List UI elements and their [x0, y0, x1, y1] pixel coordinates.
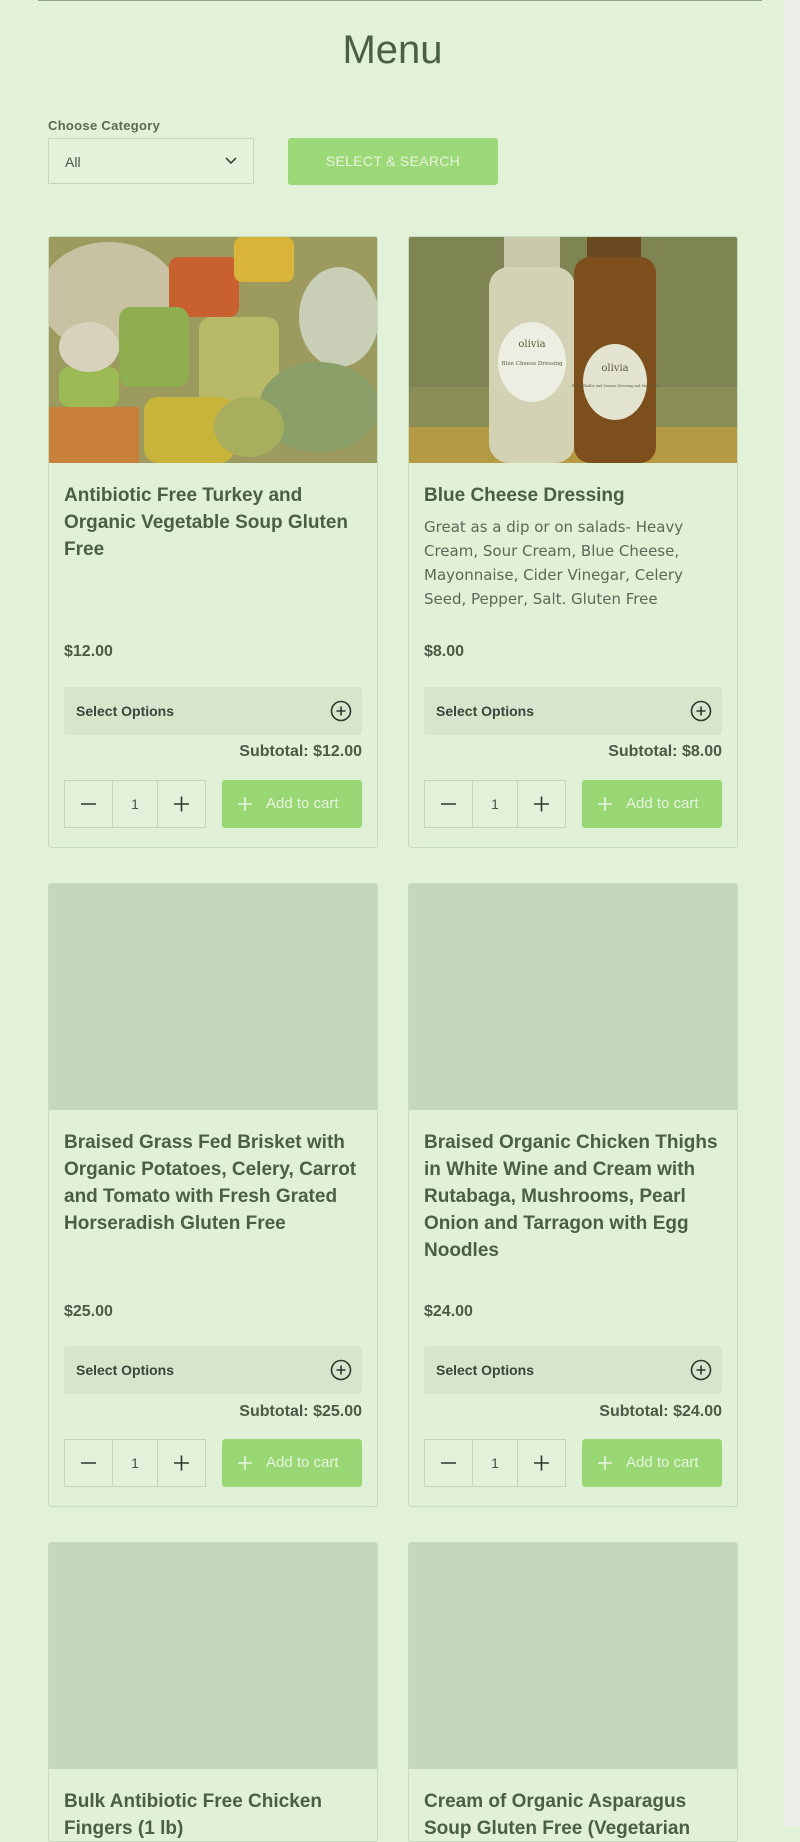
- add-to-cart-button[interactable]: Add to cart: [222, 1439, 362, 1487]
- product-price: $25.00: [64, 1303, 113, 1320]
- product-title[interactable]: Braised Grass Fed Brisket with Organic P…: [64, 1129, 364, 1237]
- select-options-button[interactable]: Select Options: [64, 1346, 362, 1394]
- product-image-placeholder[interactable]: [49, 1543, 377, 1769]
- plus-icon: [598, 1456, 612, 1470]
- select-options-label: Select Options: [76, 703, 175, 719]
- page-title: Menu: [342, 28, 443, 72]
- product-title[interactable]: Blue Cheese Dressing: [424, 482, 724, 509]
- plus-icon: [174, 1455, 189, 1471]
- decrease-quantity-button[interactable]: [65, 781, 113, 827]
- add-to-cart-label: Add to cart: [626, 1454, 699, 1471]
- plus-icon: [534, 1455, 549, 1471]
- minus-icon: [441, 1462, 456, 1464]
- product-image-placeholder[interactable]: [409, 884, 737, 1110]
- product-card: Antibiotic Free Turkey and Organic Veget…: [48, 236, 378, 848]
- select-options-label: Select Options: [436, 703, 535, 719]
- add-to-cart-button[interactable]: Add to cart: [582, 1439, 722, 1487]
- quantity-input[interactable]: 1: [472, 781, 518, 827]
- plus-icon: [238, 1456, 252, 1470]
- subtotal: Subtotal: $24.00: [599, 1403, 722, 1420]
- bottle2-label: Roast Shallot and Sesame Dressing and Ma…: [572, 384, 658, 388]
- increase-quantity-button[interactable]: [157, 1440, 205, 1486]
- soup-photo: [49, 237, 377, 463]
- product-card: Braised Grass Fed Brisket with Organic P…: [48, 883, 378, 1507]
- dressing-bottles-photo: olivia Blue Cheese Dressing olivia Roast…: [409, 237, 737, 463]
- quantity-input[interactable]: 1: [472, 1440, 518, 1486]
- plus-icon: [598, 797, 612, 811]
- product-image-placeholder[interactable]: [409, 1543, 737, 1769]
- product-card: Bulk Antibiotic Free Chicken Fingers (1 …: [48, 1542, 378, 1842]
- category-select[interactable]: All: [48, 138, 254, 184]
- select-search-button[interactable]: SELECT & SEARCH: [288, 138, 498, 185]
- bottle1-label: Blue Cheese Dressing: [501, 361, 563, 367]
- subtotal: Subtotal: $12.00: [239, 743, 362, 760]
- product-image[interactable]: olivia Blue Cheese Dressing olivia Roast…: [409, 237, 737, 463]
- add-to-cart-label: Add to cart: [626, 795, 699, 812]
- product-title[interactable]: Braised Organic Chicken Thighs in White …: [424, 1129, 724, 1264]
- plus-circle-icon: [690, 700, 712, 722]
- product-image[interactable]: [49, 237, 377, 463]
- product-card: Cream of Organic Asparagus Soup Gluten F…: [408, 1542, 738, 1842]
- increase-quantity-button[interactable]: [517, 1440, 565, 1486]
- product-price: $12.00: [64, 643, 113, 660]
- chevron-down-icon: [225, 157, 237, 165]
- bottle1-brand: olivia: [518, 339, 545, 350]
- increase-quantity-button[interactable]: [157, 781, 205, 827]
- increase-quantity-button[interactable]: [517, 781, 565, 827]
- select-options-button[interactable]: Select Options: [64, 687, 362, 735]
- add-to-cart-button[interactable]: Add to cart: [222, 780, 362, 828]
- quantity-stepper: 1: [64, 1439, 206, 1487]
- decrease-quantity-button[interactable]: [425, 781, 473, 827]
- select-options-button[interactable]: Select Options: [424, 1346, 722, 1394]
- product-description: Great as a dip or on salads- Heavy Cream…: [424, 518, 684, 608]
- select-options-label: Select Options: [436, 1362, 535, 1378]
- plus-icon: [534, 796, 549, 812]
- product-price: $8.00: [424, 643, 465, 660]
- plus-icon: [174, 796, 189, 812]
- plus-circle-icon: [690, 1359, 712, 1381]
- product-title[interactable]: Bulk Antibiotic Free Chicken Fingers (1 …: [64, 1788, 364, 1841]
- subtotal: Subtotal: $25.00: [239, 1403, 362, 1420]
- add-to-cart-label: Add to cart: [266, 1454, 339, 1471]
- plus-circle-icon: [330, 1359, 352, 1381]
- scrollbar[interactable]: [784, 0, 800, 1826]
- select-options-button[interactable]: Select Options: [424, 687, 722, 735]
- product-price: $24.00: [424, 1303, 473, 1320]
- add-to-cart-label: Add to cart: [266, 795, 339, 812]
- quantity-stepper: 1: [64, 780, 206, 828]
- product-title[interactable]: Cream of Organic Asparagus Soup Gluten F…: [424, 1788, 724, 1841]
- plus-icon: [238, 797, 252, 811]
- decrease-quantity-button[interactable]: [425, 1440, 473, 1486]
- quantity-stepper: 1: [424, 780, 566, 828]
- minus-icon: [81, 803, 96, 805]
- select-options-label: Select Options: [76, 1362, 175, 1378]
- add-to-cart-button[interactable]: Add to cart: [582, 780, 722, 828]
- product-card: olivia Blue Cheese Dressing olivia Roast…: [408, 236, 738, 848]
- product-title[interactable]: Antibiotic Free Turkey and Organic Veget…: [64, 482, 364, 563]
- plus-circle-icon: [330, 700, 352, 722]
- quantity-input[interactable]: 1: [112, 1440, 158, 1486]
- quantity-stepper: 1: [424, 1439, 566, 1487]
- minus-icon: [81, 1462, 96, 1464]
- header-divider: [38, 0, 762, 1]
- minus-icon: [441, 803, 456, 805]
- category-label: Choose Category: [48, 118, 161, 133]
- product-image-placeholder[interactable]: [49, 884, 377, 1110]
- decrease-quantity-button[interactable]: [65, 1440, 113, 1486]
- category-select-value: All: [65, 154, 81, 170]
- subtotal: Subtotal: $8.00: [608, 743, 722, 760]
- product-card: Braised Organic Chicken Thighs in White …: [408, 883, 738, 1507]
- quantity-input[interactable]: 1: [112, 781, 158, 827]
- bottle2-brand: olivia: [601, 363, 628, 374]
